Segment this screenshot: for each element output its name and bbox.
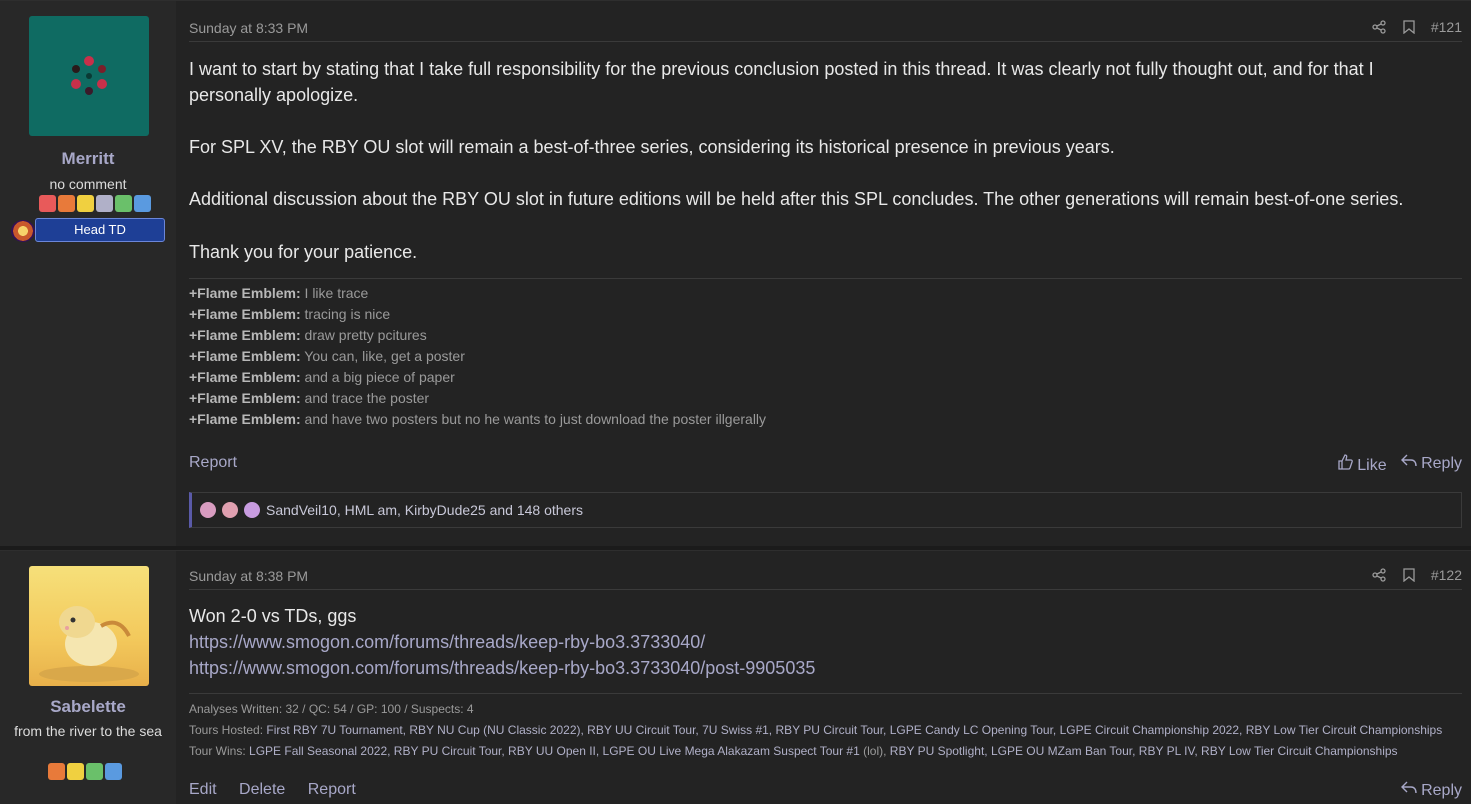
user-column: Merritt no comment Head TD <box>0 1 176 546</box>
post-date[interactable]: Sunday at 8:38 PM <box>189 568 308 584</box>
fire-badge-icon <box>48 763 65 780</box>
signature-line: +Flame Emblem: You can, like, get a post… <box>189 348 465 364</box>
reaction-kirby-icon <box>200 502 216 518</box>
post-actions: Edit Delete Report Reply <box>189 781 1462 799</box>
bookmark-icon[interactable] <box>1401 19 1417 35</box>
username[interactable]: Sabelette <box>0 697 176 717</box>
reaction-pokemon-icon <box>244 502 260 518</box>
reactions-bar[interactable]: SandVeil10, HML am, KirbyDude25 and 148 … <box>189 492 1462 528</box>
post-number[interactable]: #121 <box>1431 19 1462 35</box>
like-icon <box>1338 454 1353 470</box>
reaction-pokemon-icon <box>222 502 238 518</box>
grass-badge-icon <box>86 763 103 780</box>
user-title: no comment <box>49 176 127 192</box>
avatar-sandshrew-icon <box>39 606 139 682</box>
avatar[interactable] <box>29 566 149 686</box>
grass-badge-icon <box>115 195 132 212</box>
signature: +Flame Emblem: I like trace +Flame Emble… <box>189 278 1462 430</box>
water-badge-icon <box>105 763 122 780</box>
post-body: Won 2-0 vs TDs, ggs https://www.smogon.c… <box>189 603 1451 681</box>
reply-button[interactable]: Reply <box>1400 454 1462 475</box>
signature-line: Tours Hosted: First RBY 7U Tournament, R… <box>189 723 1443 737</box>
share-icon[interactable] <box>1371 567 1387 583</box>
post-paragraph: For SPL XV, the RBY OU slot will remain … <box>189 137 1115 157</box>
signature: Analyses Written: 32 / QC: 54 / GP: 100 … <box>189 693 1462 762</box>
signature-line: +Flame Emblem: and have two posters but … <box>189 411 767 427</box>
signature-line: Tour Wins: LGPE Fall Seasonal 2022, RBY … <box>189 744 1398 758</box>
banner-pokemon-icon <box>11 220 35 242</box>
user-column: Sabelette from the river to the sea <box>0 551 176 804</box>
reply-icon <box>1400 454 1417 467</box>
report-button[interactable]: Report <box>189 454 237 471</box>
post-meta: Sunday at 8:33 PM #121 <box>189 17 1462 42</box>
post-122: Sabelette from the river to the sea Sund… <box>0 550 1471 804</box>
post-number[interactable]: #122 <box>1431 567 1462 583</box>
post-actions: Report Like Reply <box>189 454 1462 475</box>
post-meta: Sunday at 8:38 PM #122 <box>189 565 1462 590</box>
post-121: Merritt no comment Head TD Sunday at 8:3… <box>0 0 1471 546</box>
user-title: from the river to the sea <box>14 723 162 739</box>
electric-badge-icon <box>77 195 94 212</box>
post-paragraph: Additional discussion about the RBY OU s… <box>189 189 1404 209</box>
like-button[interactable]: Like <box>1337 454 1387 475</box>
user-badges <box>39 195 151 212</box>
post-date[interactable]: Sunday at 8:33 PM <box>189 20 308 36</box>
fire-badge-icon <box>39 195 56 212</box>
post-paragraph: Won 2-0 vs TDs, ggs <box>189 606 357 626</box>
reply-button[interactable]: Reply <box>1400 781 1462 800</box>
avatar[interactable] <box>29 16 149 136</box>
signature-line: +Flame Emblem: tracing is nice <box>189 306 391 322</box>
post-link[interactable]: https://www.smogon.com/forums/threads/ke… <box>189 658 815 678</box>
edit-button[interactable]: Edit <box>189 781 217 798</box>
reply-icon <box>1400 781 1417 794</box>
report-button[interactable]: Report <box>308 781 356 798</box>
signature-line: +Flame Emblem: and a big piece of paper <box>189 369 455 385</box>
user-banner: Head TD <box>35 218 165 242</box>
reactions-list[interactable]: SandVeil10, HML am, KirbyDude25 and 148 … <box>266 502 583 518</box>
bookmark-icon[interactable] <box>1401 567 1417 583</box>
water-badge-icon <box>134 195 151 212</box>
signature-line: Analyses Written: 32 / QC: 54 / GP: 100 … <box>189 702 474 716</box>
post-body: I want to start by stating that I take f… <box>189 56 1451 265</box>
electric-badge-icon <box>67 763 84 780</box>
steel-badge-icon <box>96 195 113 212</box>
thread-link[interactable]: https://www.smogon.com/forums/threads/ke… <box>189 632 705 652</box>
post-paragraph: Thank you for your patience. <box>189 242 418 262</box>
fire-badge-icon <box>58 195 75 212</box>
share-icon[interactable] <box>1371 19 1387 35</box>
delete-button[interactable]: Delete <box>239 781 285 798</box>
avatar-flower-icon <box>71 56 107 95</box>
user-badges <box>48 763 122 780</box>
username[interactable]: Merritt <box>0 149 176 169</box>
signature-line: +Flame Emblem: draw pretty pcitures <box>189 327 427 343</box>
post-paragraph: I want to start by stating that I take f… <box>189 59 1374 105</box>
signature-line: +Flame Emblem: and trace the poster <box>189 390 430 406</box>
signature-line: +Flame Emblem: I like trace <box>189 285 369 301</box>
